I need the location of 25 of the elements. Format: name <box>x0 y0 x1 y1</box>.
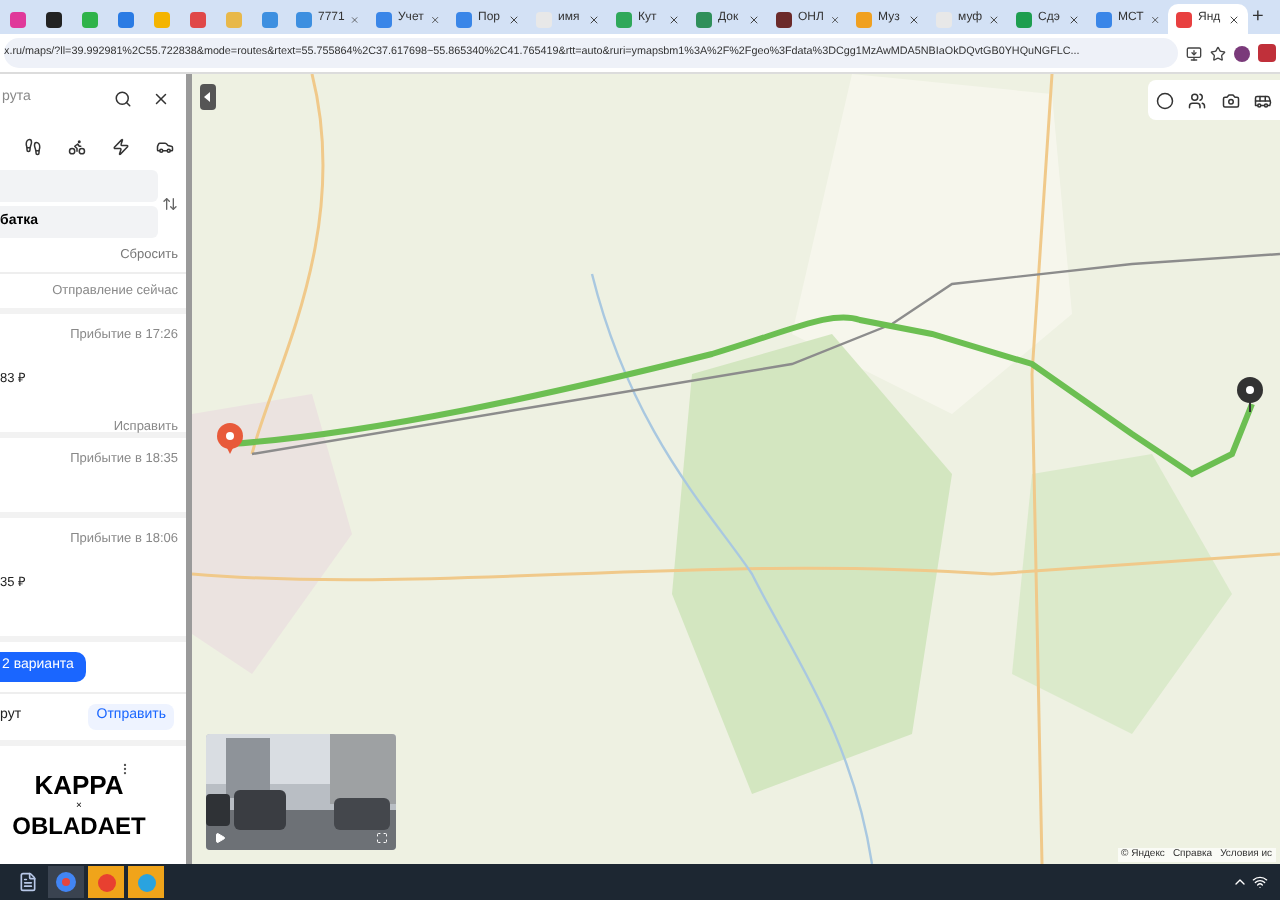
bookmark-icon[interactable] <box>1210 45 1226 61</box>
close-icon[interactable] <box>1228 13 1240 25</box>
more-icon[interactable] <box>118 762 132 776</box>
network-icon[interactable] <box>1252 874 1268 890</box>
extension-icon[interactable] <box>1234 45 1250 61</box>
close-icon[interactable] <box>152 89 170 107</box>
close-icon[interactable] <box>668 13 680 25</box>
close-icon[interactable] <box>748 13 760 25</box>
close-icon[interactable] <box>988 13 1000 25</box>
close-icon[interactable] <box>1068 13 1080 25</box>
walking-icon <box>24 137 43 155</box>
scrollbar[interactable] <box>186 74 192 864</box>
ad-text: KAPPA <box>34 771 124 799</box>
close-icon[interactable] <box>908 13 920 25</box>
chevron-up-icon[interactable] <box>1232 874 1248 890</box>
bicycle-icon <box>68 137 87 155</box>
profile-icon[interactable] <box>1258 44 1276 62</box>
search-icon[interactable] <box>114 89 132 107</box>
ad-text: OBLADAET <box>12 811 146 839</box>
install-icon[interactable] <box>1186 45 1202 61</box>
car-icon <box>155 137 174 155</box>
close-icon[interactable] <box>508 13 520 25</box>
close-icon[interactable] <box>588 13 600 25</box>
swap-icon[interactable] <box>162 196 178 212</box>
new-tab-button[interactable]: + <box>1252 8 1264 28</box>
